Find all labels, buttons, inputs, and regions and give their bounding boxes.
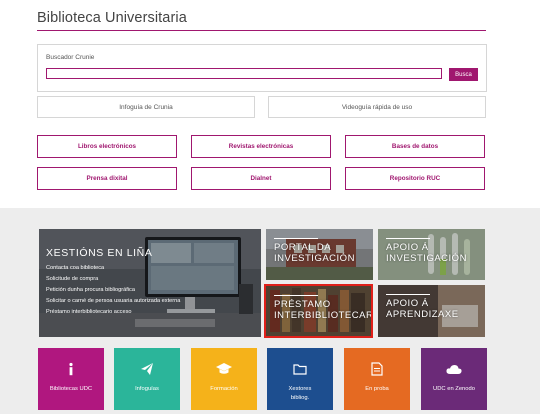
resource-dialnet[interactable]: Dialnet: [191, 167, 331, 190]
link-bibliographic-search[interactable]: Petición dunha procura bibliográfica: [46, 285, 180, 296]
tile-rule: [386, 238, 430, 239]
online-services-tile[interactable]: XESTIÓNS EN LIÑA Contacta coa biblioteca…: [39, 229, 261, 337]
link-contact-library[interactable]: Contacta coa biblioteca: [46, 263, 180, 274]
videoguide-link[interactable]: Videoguía rápida de uso: [268, 96, 486, 118]
quicklink-on-trial[interactable]: En proba: [344, 348, 410, 410]
page-title: Biblioteca Universitaria: [37, 10, 187, 26]
search-panel: Buscador Crunie Busca: [37, 44, 487, 92]
interlibrary-loan-tile[interactable]: PRÉSTAMO INTERBIBLIOTECARIO: [264, 284, 373, 338]
quicklink-label: Bibliotecas UDC: [49, 386, 93, 392]
search-label: Buscador Crunie: [46, 54, 95, 61]
cloud-icon: [446, 362, 462, 376]
resource-databases[interactable]: Bases de datos: [345, 135, 485, 158]
graduation-cap-icon: [216, 362, 232, 376]
quicklink-libraries[interactable]: Bibliotecas UDC: [38, 348, 104, 410]
quicklink-reference-managers[interactable]: Xestores bibliog.: [267, 348, 333, 410]
quicklink-label: UDC en Zenodo: [433, 386, 475, 392]
tile-rule: [386, 294, 430, 295]
interlibrary-loan-line2: INTERBIBLIOTECARIO: [274, 310, 373, 321]
research-support-tile[interactable]: APOIO Á INVESTIGACIÓN: [378, 229, 485, 280]
learning-support-tile[interactable]: APOIO Á APRENDIZAXE: [378, 285, 485, 337]
quicklink-label: Formación: [210, 386, 238, 392]
tile-rule: [274, 238, 318, 239]
paper-plane-icon: [140, 362, 154, 376]
quicklink-training[interactable]: Formación: [191, 348, 257, 410]
research-portal-line1: PORTAL DA: [274, 242, 332, 253]
quicklink-label: En proba: [365, 386, 389, 392]
research-support-line2: INVESTIGACIÓN: [386, 253, 467, 264]
resource-repository[interactable]: Repositorio RUC: [345, 167, 485, 190]
resource-ebooks[interactable]: Libros electrónicos: [37, 135, 177, 158]
quicklink-zenodo[interactable]: UDC en Zenodo: [421, 348, 487, 410]
info-icon: [64, 362, 78, 376]
document-icon: [371, 362, 383, 376]
folder-icon: [293, 362, 307, 376]
learning-support-line1: APOIO Á: [386, 298, 429, 309]
online-services-links: Contacta coa biblioteca Solicitude de co…: [46, 263, 180, 318]
research-portal-tile[interactable]: PORTAL DA INVESTIGACIÓN: [266, 229, 373, 280]
learning-support-line2: APRENDIZAXE: [386, 309, 459, 320]
link-purchase-request[interactable]: Solicitude de compra: [46, 274, 180, 285]
tile-rule: [274, 295, 318, 296]
link-external-card[interactable]: Solicitar o carné de persoa usuaria auto…: [46, 296, 180, 307]
quicklink-label: Xestores bibliog.: [288, 386, 312, 401]
resource-digital-press[interactable]: Prensa dixital: [37, 167, 177, 190]
library-main-panel: Biblioteca Universitaria Buscador Crunie…: [0, 0, 540, 208]
interlibrary-loan-line1: PRÉSTAMO: [274, 299, 331, 310]
search-button[interactable]: Busca: [449, 68, 478, 81]
quicklink-label: Infoguías: [135, 386, 159, 392]
resource-ejournals[interactable]: Revistas electrónicas: [191, 135, 331, 158]
link-interlibrary-loan-access[interactable]: Préstamo interbibliotecario acceso: [46, 307, 180, 318]
quicklink-infoguides[interactable]: Infoguías: [114, 348, 180, 410]
online-services-title: XESTIÓNS EN LIÑA: [46, 247, 153, 259]
title-divider: [37, 30, 486, 31]
infoguide-link[interactable]: Infoguía de Crunia: [37, 96, 255, 118]
search-input[interactable]: [46, 68, 442, 79]
research-support-line1: APOIO Á: [386, 242, 429, 253]
research-portal-line2: INVESTIGACIÓN: [274, 253, 355, 264]
